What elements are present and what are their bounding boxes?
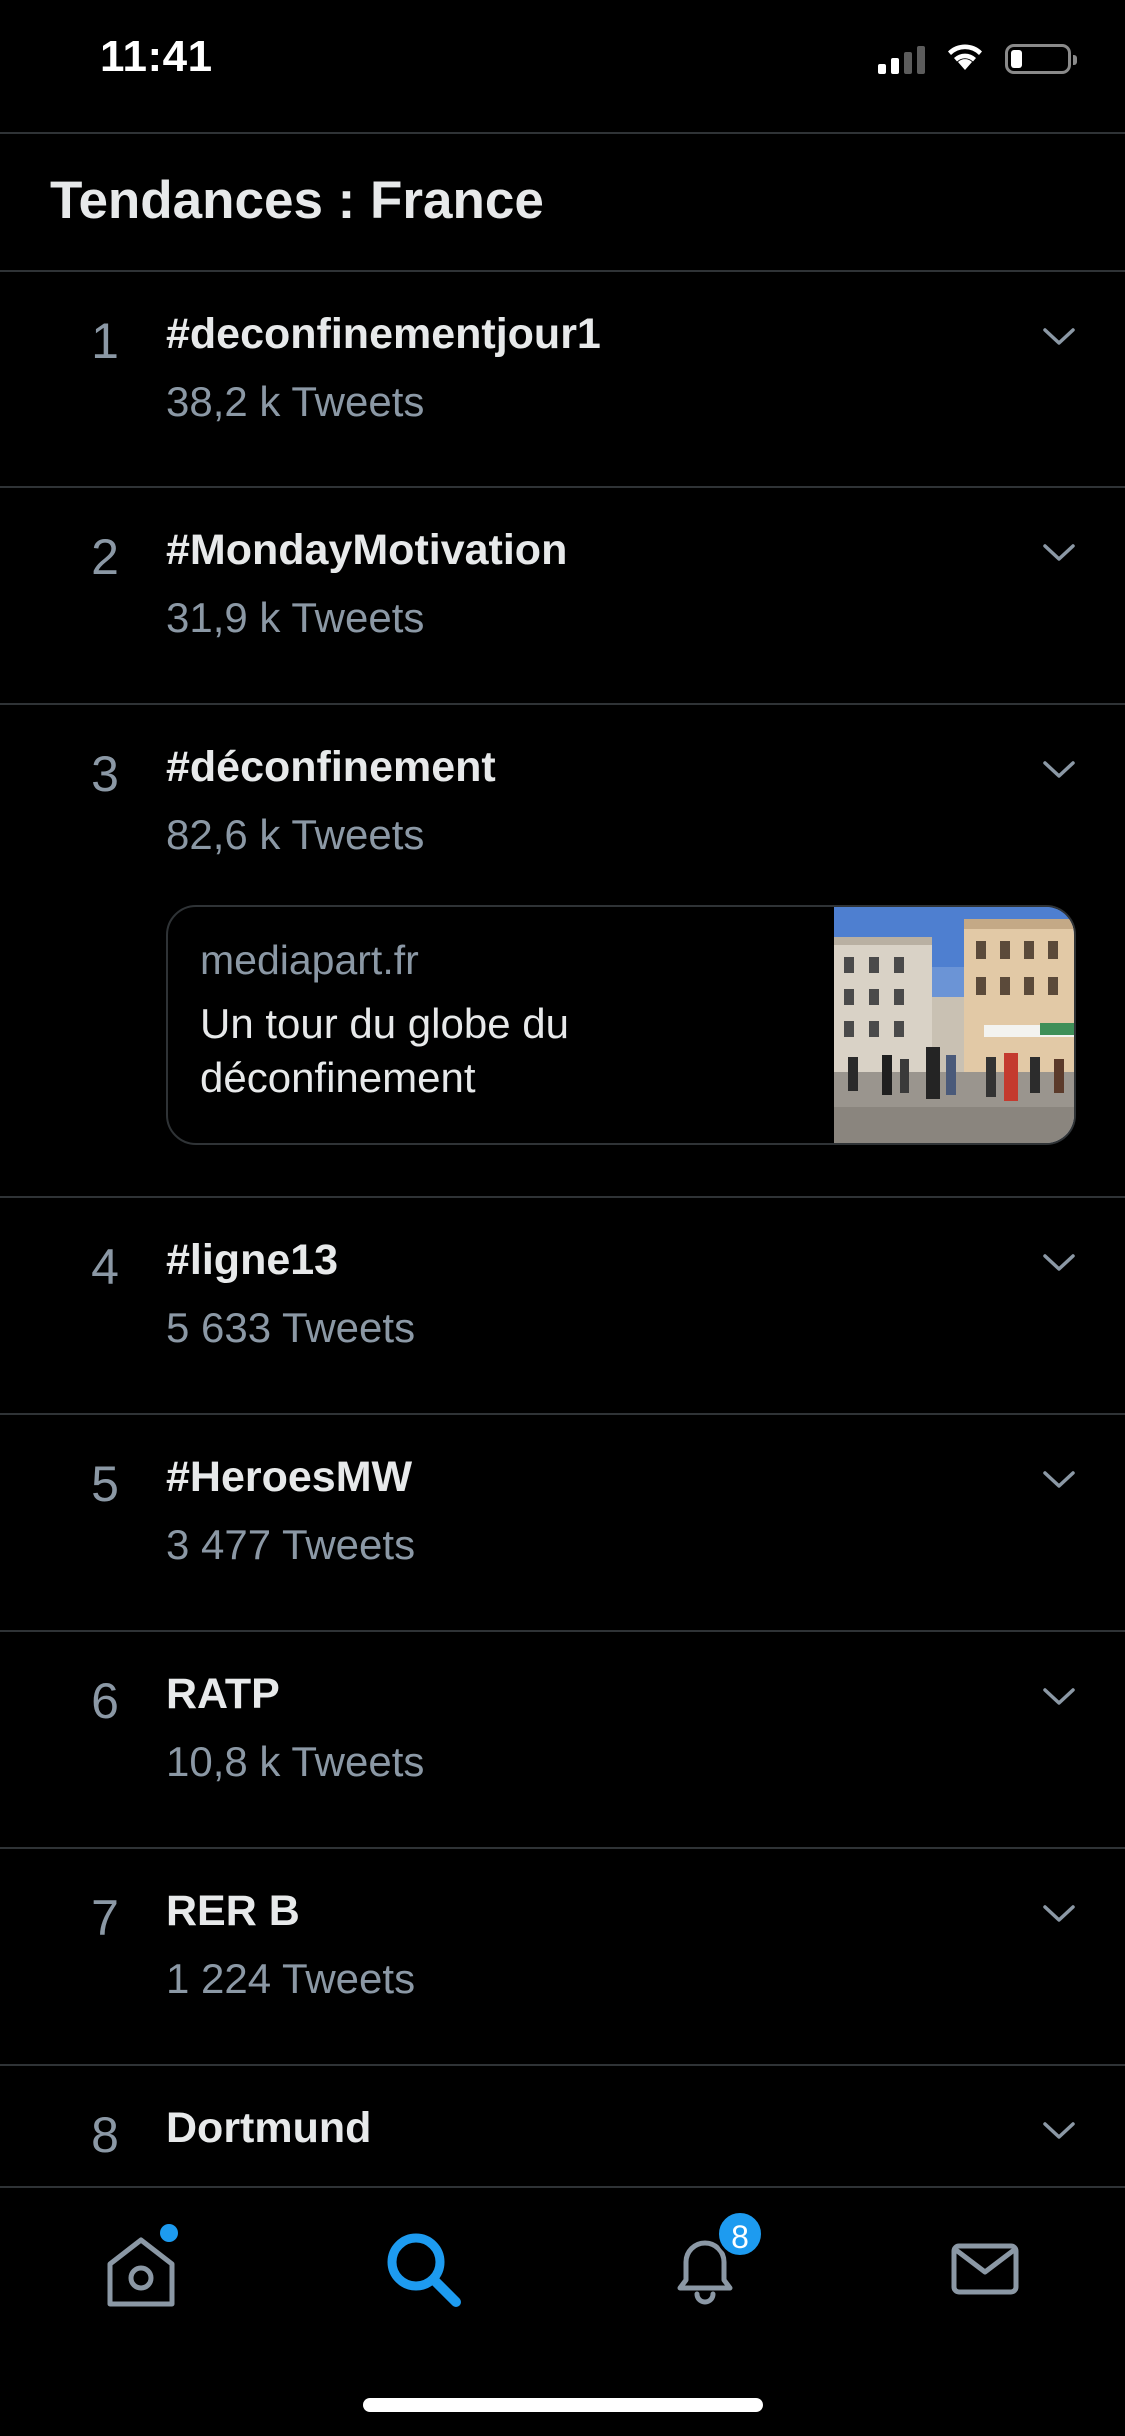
- trend-rank: 6: [91, 1673, 119, 1729]
- trend-name: #MondayMotivation: [166, 526, 568, 574]
- home-notification-dot: [160, 2224, 178, 2242]
- news-thumbnail-image: [834, 907, 1074, 1143]
- chevron-down-icon[interactable]: [1039, 1676, 1079, 1716]
- search-icon: [378, 2233, 468, 2318]
- status-time: 11:41: [100, 32, 213, 81]
- battery-icon: [1005, 43, 1077, 74]
- trend-name: RER B: [166, 1887, 300, 1935]
- trend-count: 10,8 k Tweets: [166, 1738, 425, 1785]
- trend-item[interactable]: 6 RATP 10,8 k Tweets: [0, 1632, 1125, 1849]
- trend-count: 38,2 k Tweets: [166, 378, 425, 425]
- trend-rank: 7: [91, 1890, 119, 1946]
- trend-name: RATP: [166, 1670, 280, 1718]
- page-header: Tendances : France: [0, 134, 1125, 270]
- page-title: Tendances : France: [50, 171, 544, 230]
- home-icon: [96, 2237, 186, 2318]
- chevron-down-icon[interactable]: [1039, 2110, 1079, 2150]
- trend-name: #HeroesMW: [166, 1453, 413, 1501]
- trend-count: 1 224 Tweets: [166, 1955, 416, 2002]
- bell-icon: [660, 2240, 750, 2318]
- trend-rank: 3: [91, 746, 119, 802]
- tab-messages[interactable]: [940, 2224, 1030, 2314]
- chevron-down-icon[interactable]: [1039, 749, 1079, 789]
- tab-notifications[interactable]: 8: [660, 2210, 764, 2314]
- battery-level: [1011, 49, 1022, 68]
- mail-icon: [940, 2243, 1030, 2318]
- trend-item[interactable]: 8 Dortmund: [0, 2066, 1125, 2188]
- chevron-down-icon[interactable]: [1039, 532, 1079, 572]
- trend-rank: 5: [91, 1456, 119, 1512]
- chevron-down-icon[interactable]: [1039, 1459, 1079, 1499]
- trends-list: 1 #deconfinementjour1 38,2 k Tweets 2 #M…: [0, 272, 1125, 2188]
- trend-count: 82,6 k Tweets: [166, 811, 425, 858]
- news-headline: Un tour du globe du déconfinement: [200, 1000, 569, 1101]
- chevron-down-icon[interactable]: [1039, 1893, 1079, 1933]
- news-source: mediapart.fr: [200, 937, 419, 983]
- chevron-down-icon[interactable]: [1039, 1242, 1079, 1282]
- status-bar: 11:41: [0, 0, 1125, 132]
- trend-rank: 2: [91, 529, 119, 585]
- trend-item[interactable]: 7 RER B 1 224 Tweets: [0, 1849, 1125, 2066]
- trend-item[interactable]: 4 #ligne13 5 633 Tweets: [0, 1198, 1125, 1415]
- trend-item[interactable]: 5 #HeroesMW 3 477 Tweets: [0, 1415, 1125, 1632]
- trend-name: #deconfinementjour1: [166, 310, 601, 358]
- trend-name: #ligne13: [166, 1236, 339, 1284]
- trend-item[interactable]: 1 #deconfinementjour1 38,2 k Tweets: [0, 272, 1125, 488]
- cellular-signal-icon: [878, 44, 925, 74]
- home-indicator[interactable]: [363, 2398, 763, 2412]
- trend-item[interactable]: 3 #déconfinement 82,6 k Tweets mediapart…: [0, 705, 1125, 1198]
- notification-count-badge: 8: [716, 2210, 764, 2258]
- wifi-icon: [943, 40, 987, 77]
- trend-count: 3 477 Tweets: [166, 1521, 416, 1568]
- trend-rank: 8: [91, 2107, 119, 2163]
- trend-count: 31,9 k Tweets: [166, 594, 425, 641]
- news-card[interactable]: mediapart.fr Un tour du globe du déconfi…: [166, 905, 1076, 1145]
- trend-name: Dortmund: [166, 2104, 372, 2152]
- trend-count: 5 633 Tweets: [166, 1304, 416, 1351]
- chevron-down-icon[interactable]: [1039, 316, 1079, 356]
- status-icons: [878, 40, 1077, 77]
- trend-name: #déconfinement: [166, 743, 496, 791]
- trend-item[interactable]: 2 #MondayMotivation 31,9 k Tweets: [0, 488, 1125, 705]
- tab-search[interactable]: [378, 2224, 468, 2314]
- tab-home[interactable]: [96, 2224, 186, 2314]
- trend-rank: 1: [91, 313, 119, 369]
- trend-rank: 4: [91, 1239, 119, 1295]
